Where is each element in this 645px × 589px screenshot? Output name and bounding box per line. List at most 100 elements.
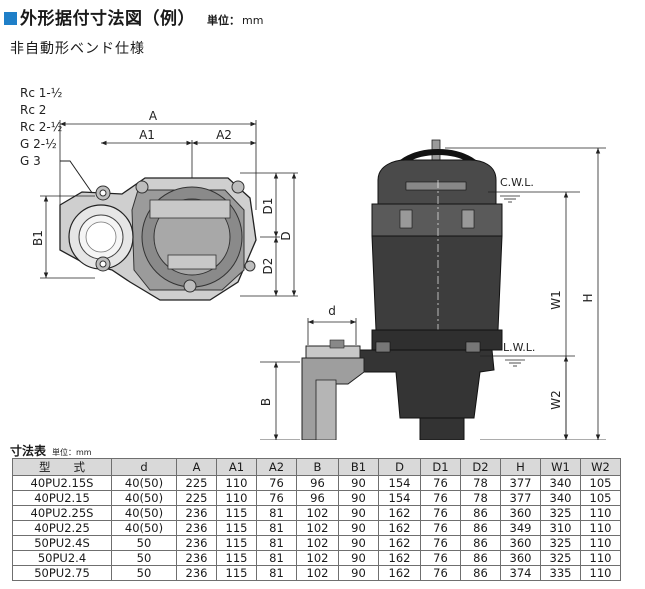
header-a1: A1 (216, 458, 257, 476)
cell-model: 50PU2.4 (12, 550, 112, 566)
table-row: 40PU2.15S 40(50) 225 110 76 96 90 154 76 78 377 340… (12, 475, 621, 491)
dim-label-a2: A2 (216, 128, 232, 142)
cell-d2: 86 (460, 565, 501, 581)
dim-label-small-d: d (328, 304, 336, 318)
cell-d1: 76 (420, 505, 461, 521)
cell-h: 360 (500, 505, 541, 521)
cell-d1: 76 (420, 550, 461, 566)
cell-h: 360 (500, 550, 541, 566)
cell-w1: 335 (540, 565, 581, 581)
cell-h: 349 (500, 520, 541, 536)
cell-a: 236 (176, 535, 217, 551)
cell-d-outer: 162 (378, 550, 421, 566)
cell-a1: 115 (216, 505, 257, 521)
cell-b1: 90 (338, 535, 379, 551)
header-w2: W2 (580, 458, 621, 476)
cell-d2: 86 (460, 505, 501, 521)
dim-label-a: A (149, 109, 158, 123)
table-caption-title: 寸法表 (10, 444, 47, 458)
dim-label-a1: A1 (139, 128, 155, 142)
dim-label-d1: D1 (261, 198, 275, 215)
header-a: A (176, 458, 217, 476)
table-row: 50PU2.4 50 236 115 81 102 90 162 76 86 360 325 110 (12, 550, 621, 566)
cell-d1: 76 (420, 520, 461, 536)
cell-w2: 110 (580, 505, 621, 521)
cell-d: 50 (111, 550, 177, 566)
cell-b1: 90 (338, 550, 379, 566)
cell-d: 40(50) (111, 505, 177, 521)
cell-a1: 115 (216, 550, 257, 566)
connection-label-2: Rc 2 (20, 103, 46, 117)
cell-h: 377 (500, 475, 541, 491)
cell-model: 50PU2.75 (12, 565, 112, 581)
cell-a2: 76 (256, 490, 297, 506)
dim-label-b: B (259, 398, 273, 406)
cell-d1: 76 (420, 475, 461, 491)
cell-d-outer: 154 (378, 490, 421, 506)
cell-a: 236 (176, 520, 217, 536)
dim-label-h: H (581, 293, 595, 302)
header-d-outer: D (378, 458, 421, 476)
cell-a1: 115 (216, 535, 257, 551)
cell-a1: 110 (216, 490, 257, 506)
cell-a2: 81 (256, 520, 297, 536)
dim-label-w2: W2 (549, 390, 563, 410)
header-d2: D2 (460, 458, 501, 476)
cell-b1: 90 (338, 490, 379, 506)
cell-a: 225 (176, 490, 217, 506)
header-d: d (111, 458, 177, 476)
cell-b: 102 (296, 550, 339, 566)
cell-d2: 86 (460, 550, 501, 566)
installation-drawing: Rc 1-½ Rc 2 Rc 2-½ G 2-½ G 3 A A1 A2 B1 … (20, 86, 606, 440)
cell-d: 40(50) (111, 490, 177, 506)
cell-b: 102 (296, 535, 339, 551)
cell-w2: 110 (580, 535, 621, 551)
cell-a1: 115 (216, 520, 257, 536)
cell-model: 40PU2.15S (12, 475, 112, 491)
cell-w1: 325 (540, 550, 581, 566)
cell-b: 102 (296, 520, 339, 536)
connection-label-3: Rc 2-½ (20, 120, 62, 134)
connection-label-1: Rc 1-½ (20, 86, 62, 100)
cell-w2: 110 (580, 565, 621, 581)
cell-d: 50 (111, 535, 177, 551)
dim-label-w1: W1 (549, 290, 563, 310)
cell-model: 40PU2.25S (12, 505, 112, 521)
cell-b1: 90 (338, 505, 379, 521)
table-row: 40PU2.25S 40(50) 236 115 81 102 90 162 76 86 360 32… (12, 505, 621, 521)
cell-d: 40(50) (111, 520, 177, 536)
cell-d-outer: 162 (378, 505, 421, 521)
cell-d2: 86 (460, 535, 501, 551)
cell-d: 50 (111, 565, 177, 581)
cell-a2: 81 (256, 505, 297, 521)
water-level-cwl: C.W.L. (500, 176, 534, 189)
connection-label-5: G 3 (20, 154, 41, 168)
cell-a: 236 (176, 505, 217, 521)
cell-b: 96 (296, 475, 339, 491)
cell-b1: 90 (338, 520, 379, 536)
cell-h: 374 (500, 565, 541, 581)
dim-label-d: D (279, 231, 293, 240)
dimension-table: 型 式 d A A1 A2 B B1 D D1 D2 H W1 W2 40PU2… (12, 458, 621, 581)
header-d1: D1 (420, 458, 461, 476)
cell-a1: 110 (216, 475, 257, 491)
cell-a1: 115 (216, 565, 257, 581)
header-a2: A2 (256, 458, 297, 476)
cell-w2: 110 (580, 550, 621, 566)
dim-label-b1: B1 (31, 230, 45, 246)
cell-d2: 86 (460, 520, 501, 536)
water-level-lwl: L.W.L. (503, 341, 535, 354)
table-row: 50PU2.4S 50 236 115 81 102 90 162 76 86 360 325 110 (12, 535, 621, 551)
cell-a2: 81 (256, 550, 297, 566)
cell-w1: 310 (540, 520, 581, 536)
cell-h: 377 (500, 490, 541, 506)
cell-a: 236 (176, 550, 217, 566)
cell-w1: 340 (540, 490, 581, 506)
header-model: 型 式 (12, 458, 112, 476)
cell-w1: 325 (540, 505, 581, 521)
table-row: 40PU2.25 40(50) 236 115 81 102 90 162 76 86 349 310… (12, 520, 621, 536)
cell-b1: 90 (338, 475, 379, 491)
header-h: H (500, 458, 541, 476)
cell-d1: 76 (420, 490, 461, 506)
cell-model: 40PU2.25 (12, 520, 112, 536)
